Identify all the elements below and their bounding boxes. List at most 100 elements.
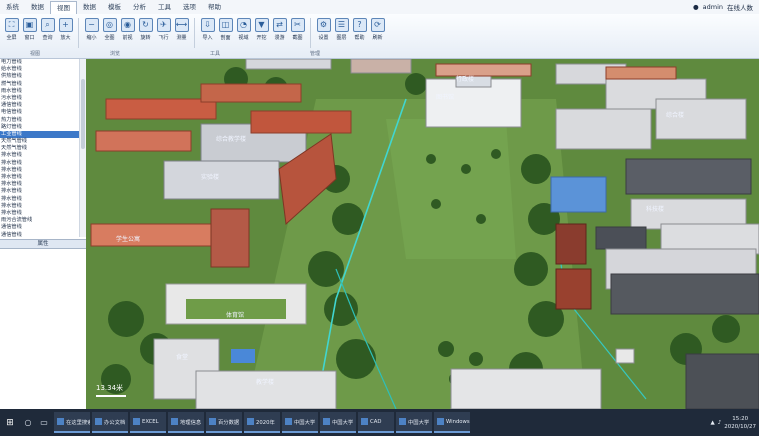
volume-icon[interactable]: ♪ xyxy=(718,420,722,426)
layer-tree-item[interactable]: 雨水管线 xyxy=(0,88,80,95)
layer-tree-item[interactable]: 排水管线 xyxy=(0,167,80,174)
layer-tree-item[interactable]: 燃气管线 xyxy=(0,81,80,88)
ribbon-button[interactable]: ✈ 飞行 xyxy=(156,18,171,46)
online-count: 在线人数 xyxy=(727,4,753,12)
ribbon-button[interactable]: ⟳ 刷新 xyxy=(370,18,385,46)
taskbar-app[interactable]: 中国大学 xyxy=(282,412,318,433)
menu-item[interactable]: 系统 xyxy=(0,0,25,14)
taskbar-app[interactable]: 中国大学 xyxy=(396,412,432,433)
start-button[interactable]: ⊞ xyxy=(0,409,20,436)
user-icon[interactable]: ● xyxy=(693,3,699,11)
building-label[interactable]: 食堂 xyxy=(176,353,188,361)
ribbon-button[interactable]: ⛶ 全屏 xyxy=(4,18,19,46)
taskbar-app[interactable]: Windows xyxy=(434,412,470,433)
building-label[interactable]: 体育馆 xyxy=(226,311,244,319)
building-label[interactable]: 综合楼 xyxy=(666,111,684,119)
layer-tree: 电力管线 给水管线 供热管线 燃气管线 雨水管线 污水管线 通信管线 电信管线 热力管线 路灯管线… xyxy=(0,59,80,237)
menu-item[interactable]: 分析 xyxy=(127,0,152,14)
network-icon[interactable]: ▲ xyxy=(711,420,715,426)
building-label[interactable]: 实验楼 xyxy=(201,173,219,181)
building-label[interactable]: 科技楼 xyxy=(646,205,664,213)
layer-tree-item[interactable]: 排水管线 xyxy=(0,152,80,159)
taskbar-app-label: EXCEL xyxy=(142,418,159,425)
ribbon-button[interactable]: ? 帮助 xyxy=(352,18,367,46)
building-label[interactable]: 学生公寓 xyxy=(116,235,140,243)
ribbon-button[interactable]: ◉ 前视 xyxy=(120,18,135,46)
ribbon-button-label: 导入 xyxy=(202,35,213,41)
search-icon[interactable]: ○ xyxy=(20,409,36,436)
menu-item[interactable]: 工具 xyxy=(152,0,177,14)
app-icon xyxy=(285,418,292,425)
menubar: 系统 数据 视图 数据 模板 分析 工具 选项 帮助 ● admin 在线人数 xyxy=(0,0,759,15)
building-label[interactable]: 图书馆 xyxy=(436,93,454,101)
ribbon-button[interactable]: ◫ 剖面 xyxy=(218,18,233,46)
taskbar-app[interactable]: 在这里搜索 xyxy=(54,412,90,433)
menu-item[interactable]: 数据 xyxy=(25,0,50,14)
clock[interactable]: 15:20 2020/10/27 xyxy=(724,415,756,431)
ribbon-button-label: 全屏 xyxy=(6,35,17,41)
user-area: ● admin 在线人数 xyxy=(693,0,753,14)
taskbar-app-label: 中国大学 xyxy=(332,419,354,426)
taskbar-app[interactable]: 地理信息 xyxy=(168,412,204,433)
ribbon-button[interactable]: ⟷ 测量 xyxy=(174,18,189,46)
taskbar-app[interactable]: 办公文档 xyxy=(92,412,128,433)
clock-date: 2020/10/27 xyxy=(724,423,756,430)
layer-tree-item[interactable]: 通信管线 xyxy=(0,232,80,238)
taskbar-app-label: 在这里搜索 xyxy=(66,419,90,426)
ribbon-button-icon: ⛶ xyxy=(4,18,19,32)
tree-scrollbar-thumb[interactable] xyxy=(81,79,85,149)
layer-tree-item[interactable]: 热力管线 xyxy=(0,117,80,124)
taskbar-app[interactable]: 2020年 xyxy=(244,412,280,433)
layer-tree-item[interactable]: 供热管线 xyxy=(0,73,80,80)
taskbar-app[interactable]: EXCEL xyxy=(130,412,166,433)
ribbon-button[interactable]: ◎ 全图 xyxy=(102,18,117,46)
layer-tree-item[interactable]: 路灯管线 xyxy=(0,124,80,131)
layer-tree-item[interactable]: 排水管线 xyxy=(0,188,80,195)
ribbon-button[interactable]: ⌕ 查询 xyxy=(40,18,55,46)
ribbon-button-icon: ⇄ xyxy=(272,18,287,32)
ribbon-button[interactable]: ⚙ 设置 xyxy=(316,18,331,46)
ribbon-button-icon: ◔ xyxy=(236,18,251,32)
ribbon-button-label: 帮助 xyxy=(354,35,365,41)
layer-tree-item[interactable]: 排水管线 xyxy=(0,160,80,167)
scale-bar xyxy=(96,395,126,397)
taskbar-app-label: 2020年 xyxy=(256,419,275,426)
menu-item[interactable]: 视图 xyxy=(50,0,77,14)
taskbar-app[interactable]: 中国大学 xyxy=(320,412,356,433)
taskbar-app-label: 中国大学 xyxy=(294,419,316,426)
ribbon-button[interactable]: ▣ 窗口 xyxy=(22,18,37,46)
ribbon-separator xyxy=(310,18,311,48)
layer-tree-item[interactable]: 工业管线 xyxy=(0,130,80,139)
ribbon-button-label: 刷新 xyxy=(372,35,383,41)
ribbon-button[interactable]: ⇄ 漫游 xyxy=(272,18,287,46)
ribbon-button-label: 缩小 xyxy=(86,35,97,41)
ribbon-button-label: 截图 xyxy=(292,35,303,41)
ribbon-button[interactable]: ◔ 视域 xyxy=(236,18,251,46)
tree-scrollbar[interactable] xyxy=(79,59,86,237)
ribbon-button[interactable]: ✂ 截图 xyxy=(290,18,305,46)
task-view-icon[interactable]: ▭ xyxy=(36,409,52,436)
ribbon-button[interactable]: ⇩ 导入 xyxy=(200,18,215,46)
layer-tree-item[interactable]: 排水管线 xyxy=(0,203,80,210)
ribbon-button[interactable]: ☰ 图层 xyxy=(334,18,349,46)
map-3d-viewport[interactable]: 综合教学楼 图书馆 实验楼 学生公寓 体育馆 行政楼 食堂 教学楼 综合楼 科技楼 13.34米 xyxy=(86,59,759,409)
layer-tree-item[interactable]: 电信管线 xyxy=(0,109,80,116)
building-label[interactable]: 行政楼 xyxy=(456,75,474,83)
menu-item[interactable]: 帮助 xyxy=(202,0,227,14)
building-label[interactable]: 综合教学楼 xyxy=(216,135,246,143)
taskbar-app[interactable]: CAD xyxy=(358,412,394,433)
ribbon-button[interactable]: ↻ 旋转 xyxy=(138,18,153,46)
menu-item[interactable]: 数据 xyxy=(77,0,102,14)
menu-item[interactable]: 模板 xyxy=(102,0,127,14)
ribbon-button[interactable]: + 放大 xyxy=(58,18,73,46)
taskbar-app[interactable]: 百分数据 xyxy=(206,412,242,433)
layer-tree-item[interactable]: 排水管线 xyxy=(0,196,80,203)
layer-tree-item[interactable]: 通信管线 xyxy=(0,224,80,231)
menu-item[interactable]: 选项 xyxy=(177,0,202,14)
ribbon-separator xyxy=(194,18,195,48)
ribbon-button-label: 开挖 xyxy=(256,35,267,41)
ribbon-button[interactable]: ▼ 开挖 xyxy=(254,18,269,46)
ribbon-button[interactable]: − 缩小 xyxy=(84,18,99,46)
ribbon-button-icon: ✈ xyxy=(156,18,171,32)
building-label[interactable]: 教学楼 xyxy=(256,378,274,386)
